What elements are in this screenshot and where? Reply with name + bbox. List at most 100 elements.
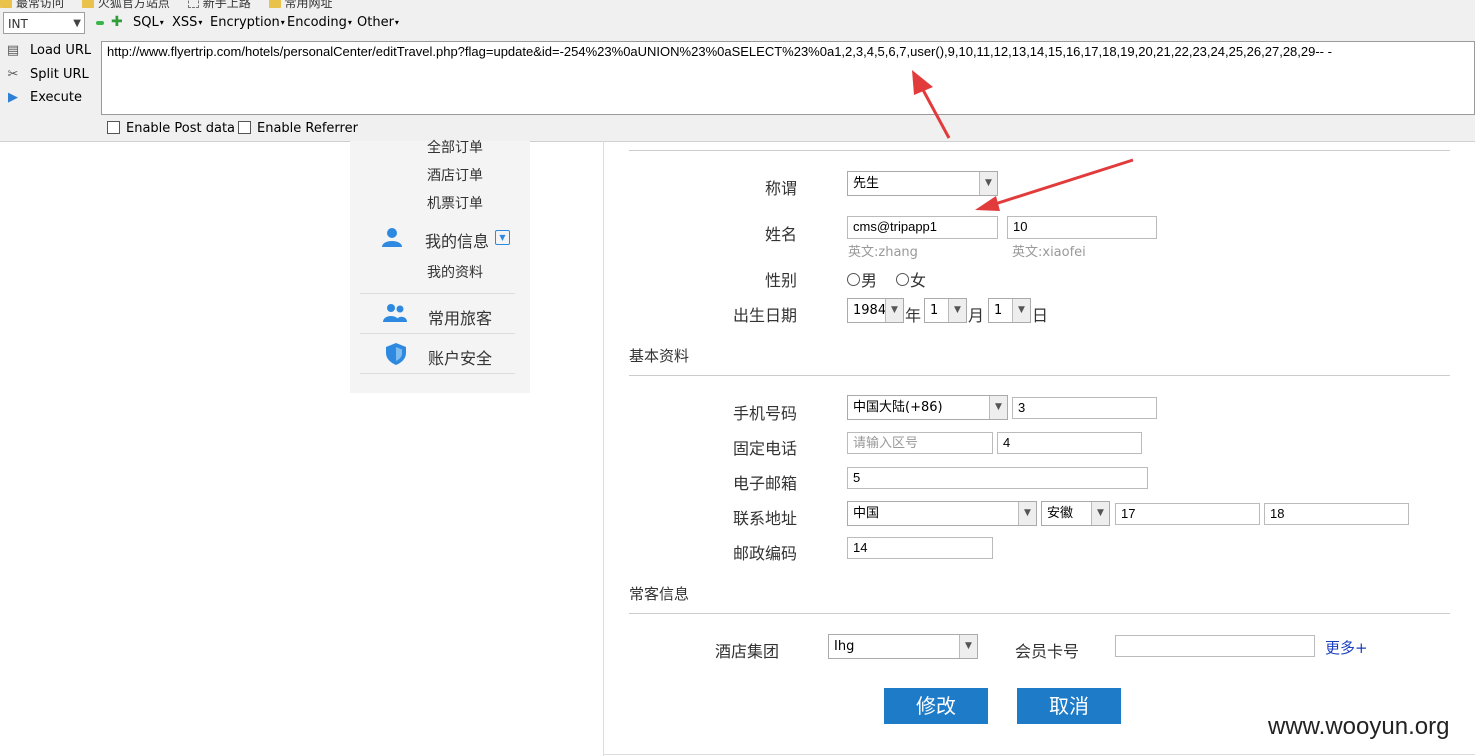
folder-icon [0, 0, 12, 8]
divider [629, 613, 1450, 614]
chevron-down-icon: ▼ [885, 299, 903, 322]
checkbox-icon [238, 121, 251, 134]
title-select[interactable]: 先生 ▼ [847, 171, 998, 196]
menu-sql[interactable]: SQL▾ [133, 15, 164, 30]
chevron-down-icon: ▼ [989, 396, 1007, 419]
user-icon [382, 228, 402, 247]
folder-icon [81, 0, 94, 8]
bookmark-getting-started[interactable]: 新手上路 [187, 0, 251, 11]
mobile-region-select[interactable]: 中国大陆(+86) ▼ [847, 395, 1008, 420]
menu-encryption[interactable]: Encryption▾ [210, 15, 285, 30]
email-input[interactable]: 5 [847, 467, 1148, 489]
load-url-icon: ▤ [6, 43, 20, 58]
type-select[interactable]: INT ▼ [3, 12, 85, 34]
area-code-input[interactable]: 请输入区号 [847, 432, 993, 454]
menu-other[interactable]: Other▾ [357, 15, 399, 30]
chevron-down-icon: ▼ [948, 299, 966, 322]
zip-label: 邮政编码 [733, 544, 798, 563]
address-detail-input[interactable]: 18 [1264, 503, 1409, 525]
panel-border [603, 141, 604, 756]
split-url-button[interactable]: ✂ Split URL [4, 67, 89, 82]
country-select[interactable]: 中国 ▼ [847, 501, 1037, 526]
arrow-to-name [994, 158, 1134, 206]
zip-input[interactable]: 14 [847, 537, 993, 559]
mobile-input[interactable]: 3 [1012, 397, 1157, 419]
divider [629, 375, 1450, 376]
sidebar-item-my-info[interactable]: 我的信息 [425, 228, 489, 252]
member-card-label: 会员卡号 [1015, 642, 1080, 661]
month-unit: 月 [968, 306, 985, 325]
mobile-label: 手机号码 [733, 404, 798, 423]
minus-icon[interactable] [96, 21, 104, 25]
enable-referrer-checkbox[interactable]: Enable Referrer [238, 121, 358, 136]
plus-icon[interactable]: ✚ [111, 14, 123, 30]
sidebar-item-my-profile[interactable]: 我的资料 [427, 262, 483, 282]
bookmarks-bar: 最常访问 火狐官方站点 新手上路 常用网址 [0, 0, 347, 11]
address-city-input[interactable]: 17 [1115, 503, 1260, 525]
bookmark-most-visited[interactable]: 最常访问 [0, 0, 64, 11]
address-label: 联系地址 [733, 509, 798, 528]
more-link[interactable]: 更多+ [1325, 637, 1368, 658]
shield-icon [386, 343, 406, 365]
divider [629, 150, 1450, 151]
gender-male-radio[interactable]: 男 [847, 267, 877, 291]
birth-day-select[interactable]: 1 ▼ [988, 298, 1031, 323]
phone-label: 固定电话 [733, 439, 798, 458]
basic-info-heading: 基本资料 [629, 347, 690, 365]
title-label: 称谓 [765, 179, 798, 198]
chevron-down-icon: ▼ [1012, 299, 1030, 322]
watermark: www.wooyun.org [1268, 713, 1450, 740]
surname-input[interactable]: cms@tripapp1 [847, 216, 998, 239]
chevron-down-icon: ▼ [1091, 502, 1109, 525]
name-label: 姓名 [765, 225, 798, 244]
surname-hint: 英文:zhang [848, 245, 918, 260]
province-select[interactable]: 安徽 ▼ [1041, 501, 1110, 526]
radio-icon [896, 273, 909, 286]
year-unit: 年 [905, 306, 922, 325]
hackbar-toolbar: 最常访问 火狐官方站点 新手上路 常用网址 INT ▼ ✚ SQL▾ XSS▾ … [0, 0, 1475, 142]
bookmark-firefox-official[interactable]: 火狐官方站点 [81, 0, 170, 11]
sidebar-item-hotel-orders[interactable]: 酒店订单 [427, 165, 483, 185]
sidebar-item-flight-orders[interactable]: 机票订单 [427, 193, 483, 213]
load-url-button[interactable]: ▤ Load URL [4, 43, 91, 58]
menu-xss[interactable]: XSS▾ [172, 15, 202, 30]
sidebar-item-all-orders[interactable]: 全部订单 [427, 137, 483, 157]
enable-post-checkbox[interactable]: Enable Post data [107, 121, 235, 136]
chevron-down-icon: ▼ [1018, 502, 1036, 525]
gender-label: 性别 [765, 271, 798, 290]
phone-input[interactable]: 4 [997, 432, 1142, 454]
users-icon [383, 304, 407, 322]
divider [360, 333, 515, 334]
checkbox-icon [107, 121, 120, 134]
given-name-hint: 英文:xiaofei [1012, 245, 1086, 260]
folder-icon [268, 0, 281, 8]
cancel-button[interactable]: 取消 [1017, 688, 1121, 724]
sidebar-item-account-security[interactable]: 账户安全 [428, 345, 492, 369]
member-card-input[interactable] [1115, 635, 1315, 657]
menu-encoding[interactable]: Encoding▾ [287, 15, 352, 30]
sidebar-item-frequent-travelers[interactable]: 常用旅客 [428, 305, 492, 329]
divider [360, 373, 515, 374]
chevron-down-icon: ▼ [979, 172, 997, 195]
url-textarea[interactable]: http://www.flyertrip.com/hotels/personal… [101, 41, 1475, 115]
given-name-input[interactable]: 10 [1007, 216, 1157, 239]
chevron-down-icon[interactable]: ▼ [495, 230, 510, 245]
arrowhead [975, 196, 1000, 211]
email-label: 电子邮箱 [733, 474, 798, 493]
panel-border [603, 754, 1475, 755]
birth-year-select[interactable]: 1984 ▼ [847, 298, 904, 323]
save-button[interactable]: 修改 [884, 688, 988, 724]
frequent-guest-heading: 常客信息 [629, 585, 690, 603]
page-icon [187, 0, 199, 8]
hotel-group-select[interactable]: Ihg ▼ [828, 634, 978, 659]
play-icon: ▶ [8, 90, 18, 105]
divider [360, 293, 515, 294]
radio-icon [847, 273, 860, 286]
execute-button[interactable]: ▶ Execute [4, 90, 82, 105]
bookmark-common-sites[interactable]: 常用网址 [268, 0, 333, 11]
birth-month-select[interactable]: 1 ▼ [924, 298, 967, 323]
hotel-group-label: 酒店集团 [715, 642, 780, 661]
chevron-down-icon: ▼ [959, 635, 977, 658]
gender-female-radio[interactable]: 女 [896, 267, 926, 291]
day-unit: 日 [1032, 306, 1049, 325]
